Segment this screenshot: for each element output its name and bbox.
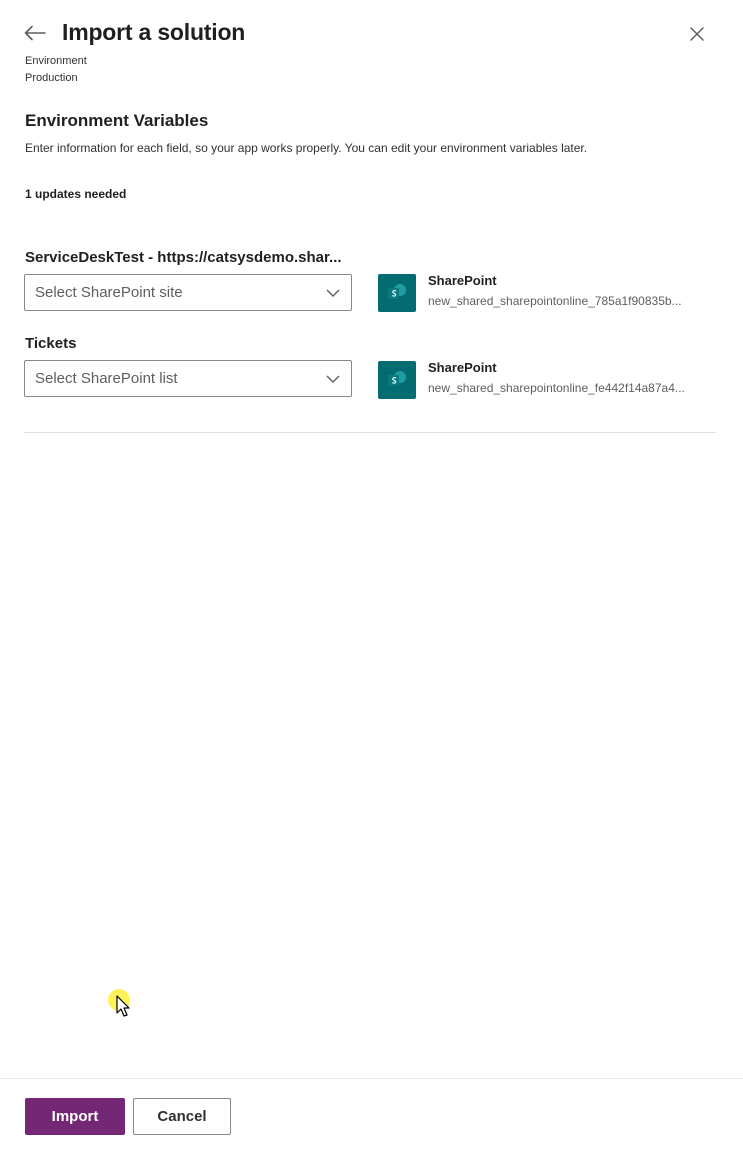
sharepoint-icon — [378, 274, 416, 312]
cancel-button[interactable]: Cancel — [133, 1098, 231, 1135]
sharepoint-icon — [378, 361, 416, 399]
connection-reference-site: SharePoint new_shared_sharepointonline_7… — [378, 273, 682, 312]
chevron-down-icon — [326, 372, 340, 386]
mouse-cursor-icon — [116, 995, 130, 1017]
section-divider — [24, 432, 716, 433]
footer-divider — [0, 1078, 743, 1079]
sharepoint-site-dropdown[interactable]: Select SharePoint site — [24, 274, 352, 311]
connection-id: new_shared_sharepointonline_fe442f14a87a… — [428, 381, 685, 395]
section-description: Enter information for each field, so you… — [25, 141, 588, 155]
close-button[interactable] — [684, 21, 710, 47]
back-button[interactable] — [22, 20, 48, 46]
dropdown-placeholder: Select SharePoint list — [35, 370, 178, 387]
variable-label-list: Tickets — [25, 335, 77, 352]
section-heading: Environment Variables — [25, 111, 209, 130]
connection-reference-list: SharePoint new_shared_sharepointonline_f… — [378, 360, 685, 399]
connection-name: SharePoint — [428, 360, 497, 375]
chevron-down-icon — [326, 286, 340, 300]
dropdown-placeholder: Select SharePoint site — [35, 284, 183, 301]
sharepoint-list-dropdown[interactable]: Select SharePoint list — [24, 360, 352, 397]
variable-label-site: ServiceDeskTest - https://catsysdemo.sha… — [25, 249, 342, 266]
environment-value: Production — [25, 72, 78, 84]
updates-needed-text: 1 updates needed — [25, 187, 127, 201]
close-icon — [690, 27, 704, 41]
environment-label: Environment — [25, 55, 87, 67]
import-solution-panel: Import a solution Environment Production… — [0, 0, 743, 1152]
import-button[interactable]: Import — [25, 1098, 125, 1135]
connection-id: new_shared_sharepointonline_785a1f90835b… — [428, 294, 682, 308]
page-title: Import a solution — [62, 19, 246, 45]
connection-name: SharePoint — [428, 273, 497, 288]
arrow-left-icon — [24, 25, 46, 41]
